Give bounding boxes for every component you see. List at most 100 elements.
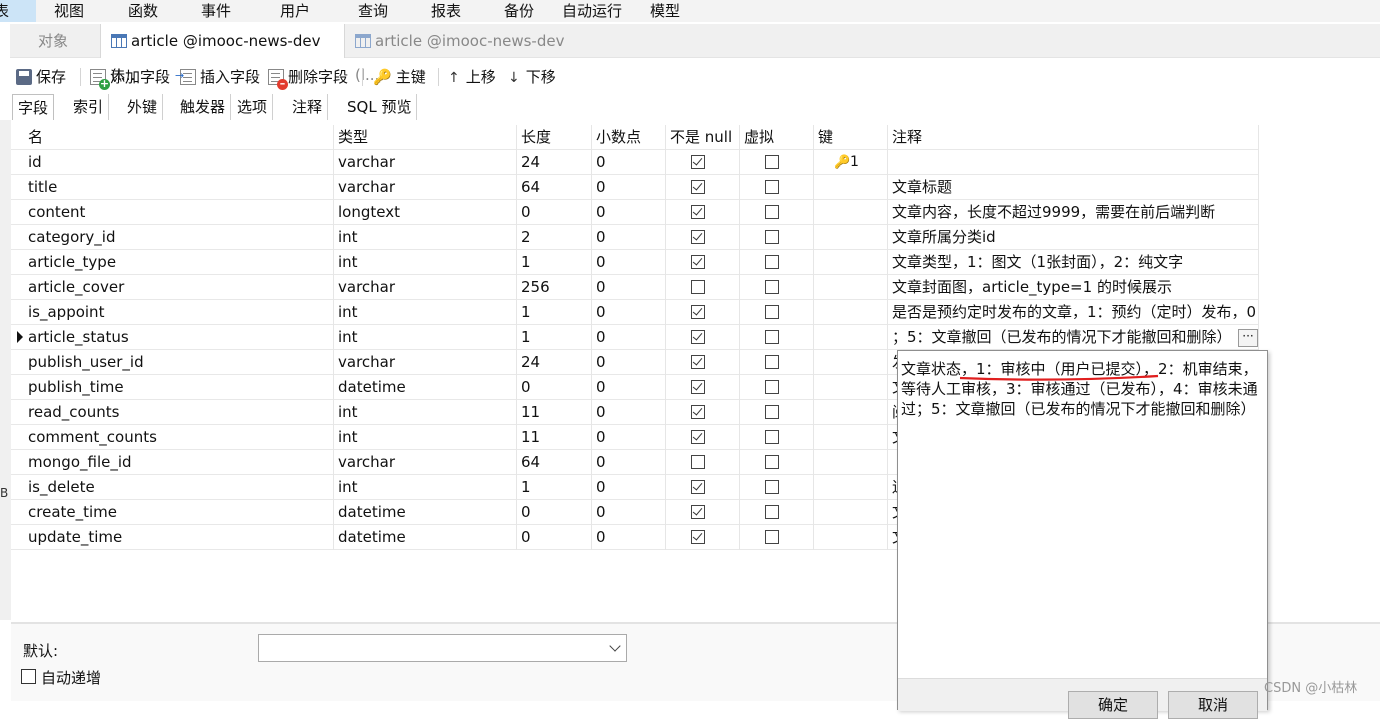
- cell-comment[interactable]: 文章内容，长度不超过9999，需要在前后端判断: [888, 200, 1259, 225]
- insert-field-button[interactable]: 插入字段: [175, 66, 260, 88]
- cell-length[interactable]: 11: [517, 425, 592, 450]
- cell-key[interactable]: [814, 325, 888, 350]
- cell-key[interactable]: [814, 475, 888, 500]
- not-null-checkbox[interactable]: [691, 355, 705, 369]
- cell-key[interactable]: [814, 250, 888, 275]
- delete-field-button[interactable]: 删除字段: [268, 66, 348, 90]
- cell-key[interactable]: [814, 350, 888, 375]
- header-decimal[interactable]: 小数点: [592, 125, 666, 150]
- cell-length[interactable]: 24: [517, 150, 592, 175]
- table-row[interactable]: article_type int 1 0 文章类型，1：图文（1张封面），2：纯文字: [11, 250, 1259, 275]
- move-down-button[interactable]: ↓ 下移: [508, 66, 556, 88]
- cell-decimal[interactable]: 0: [592, 175, 666, 200]
- tab-sql-preview[interactable]: SQL 预览: [342, 94, 418, 120]
- cell-decimal[interactable]: 0: [592, 450, 666, 475]
- cell-type[interactable]: datetime: [334, 500, 517, 525]
- auto-increment-checkbox[interactable]: [21, 669, 36, 684]
- tab-foreign-keys[interactable]: 外键: [122, 94, 164, 120]
- virtual-checkbox[interactable]: [765, 530, 779, 544]
- cell-comment[interactable]: 文章标题: [888, 175, 1259, 200]
- tab-article-design[interactable]: article @imooc-news-dev (l...: [100, 24, 345, 84]
- cell-key[interactable]: [814, 375, 888, 400]
- cell-comment[interactable]: ；5：文章撤回（已发布的情况下才能撤回和删除）: [888, 325, 1259, 350]
- table-row[interactable]: is_appoint int 1 0 是否是预约定时发布的文章，1：预约（定时）发布，0…: [11, 300, 1259, 325]
- cell-length[interactable]: 2: [517, 225, 592, 250]
- cell-type[interactable]: varchar: [334, 275, 517, 300]
- not-null-checkbox[interactable]: [691, 505, 705, 519]
- cell-type[interactable]: int: [334, 250, 517, 275]
- cell-name[interactable]: title: [24, 175, 334, 200]
- virtual-checkbox[interactable]: [765, 180, 779, 194]
- menu-item-report[interactable]: 报表: [431, 1, 461, 21]
- cell-key[interactable]: [814, 425, 888, 450]
- cell-length[interactable]: 256: [517, 275, 592, 300]
- cell-name[interactable]: article_status: [24, 325, 334, 350]
- ok-button[interactable]: 确定: [1068, 691, 1158, 719]
- default-value-select[interactable]: [258, 634, 627, 662]
- cell-decimal[interactable]: 0: [592, 150, 666, 175]
- primary-key-button[interactable]: 🔑 主键: [373, 66, 426, 88]
- cell-type[interactable]: int: [334, 300, 517, 325]
- table-row[interactable]: article_status int 1 0 ；5：文章撤回（已发布的情况下才能撤回和删…: [11, 325, 1259, 350]
- virtual-checkbox[interactable]: [765, 230, 779, 244]
- cell-key[interactable]: [814, 525, 888, 550]
- cell-type[interactable]: longtext: [334, 200, 517, 225]
- cell-length[interactable]: 1: [517, 250, 592, 275]
- cell-length[interactable]: 1: [517, 325, 592, 350]
- not-null-checkbox[interactable]: [691, 255, 705, 269]
- cell-length[interactable]: 1: [517, 300, 592, 325]
- cell-comment[interactable]: 文章所属分类id: [888, 225, 1259, 250]
- cell-length[interactable]: 64: [517, 450, 592, 475]
- cell-decimal[interactable]: 0: [592, 525, 666, 550]
- header-length[interactable]: 长度: [517, 125, 592, 150]
- not-null-checkbox[interactable]: [691, 455, 705, 469]
- tab-indexes[interactable]: 索引: [68, 94, 110, 120]
- header-key[interactable]: 键: [814, 125, 888, 150]
- not-null-checkbox[interactable]: [691, 480, 705, 494]
- virtual-checkbox[interactable]: [765, 405, 779, 419]
- header-not-null[interactable]: 不是 null: [666, 125, 740, 150]
- virtual-checkbox[interactable]: [765, 305, 779, 319]
- header-comment[interactable]: 注释: [888, 125, 1259, 150]
- cell-decimal[interactable]: 0: [592, 225, 666, 250]
- cell-type[interactable]: varchar: [334, 175, 517, 200]
- virtual-checkbox[interactable]: [765, 155, 779, 169]
- virtual-checkbox[interactable]: [765, 330, 779, 344]
- cell-type[interactable]: varchar: [334, 450, 517, 475]
- virtual-checkbox[interactable]: [765, 355, 779, 369]
- virtual-checkbox[interactable]: [765, 280, 779, 294]
- cell-type[interactable]: int: [334, 425, 517, 450]
- cell-decimal[interactable]: 0: [592, 375, 666, 400]
- cell-comment[interactable]: 文章封面图，article_type=1 的时候展示: [888, 275, 1259, 300]
- table-row[interactable]: title varchar 64 0 文章标题: [11, 175, 1259, 200]
- cell-name[interactable]: comment_counts: [24, 425, 334, 450]
- cell-type[interactable]: datetime: [334, 375, 517, 400]
- cell-name[interactable]: category_id: [24, 225, 334, 250]
- add-field-button[interactable]: 添加字段: [90, 66, 170, 90]
- not-null-checkbox[interactable]: [691, 305, 705, 319]
- cell-name[interactable]: publish_time: [24, 375, 334, 400]
- cell-name[interactable]: read_counts: [24, 400, 334, 425]
- cell-name[interactable]: create_time: [24, 500, 334, 525]
- virtual-checkbox[interactable]: [765, 505, 779, 519]
- cell-name[interactable]: article_cover: [24, 275, 334, 300]
- table-row[interactable]: content longtext 0 0 文章内容，长度不超过9999，需要在前后端判断: [11, 200, 1259, 225]
- cell-length[interactable]: 0: [517, 375, 592, 400]
- tab-article-data[interactable]: article @imooc-news-dev (l...: [345, 24, 590, 84]
- cell-key[interactable]: [814, 200, 888, 225]
- not-null-checkbox[interactable]: [691, 530, 705, 544]
- menu-item-function[interactable]: 函数: [128, 1, 158, 21]
- not-null-checkbox[interactable]: [691, 180, 705, 194]
- menu-item-event[interactable]: 事件: [201, 1, 231, 21]
- header-type[interactable]: 类型: [334, 125, 517, 150]
- cell-decimal[interactable]: 0: [592, 400, 666, 425]
- cell-type[interactable]: int: [334, 225, 517, 250]
- cell-decimal[interactable]: 0: [592, 300, 666, 325]
- cell-length[interactable]: 0: [517, 500, 592, 525]
- comment-more-button[interactable]: ···: [1238, 329, 1258, 347]
- cell-key[interactable]: [814, 400, 888, 425]
- virtual-checkbox[interactable]: [765, 205, 779, 219]
- table-row[interactable]: category_id int 2 0 文章所属分类id: [11, 225, 1259, 250]
- cell-decimal[interactable]: 0: [592, 425, 666, 450]
- menu-item-automation[interactable]: 自动运行: [562, 1, 622, 21]
